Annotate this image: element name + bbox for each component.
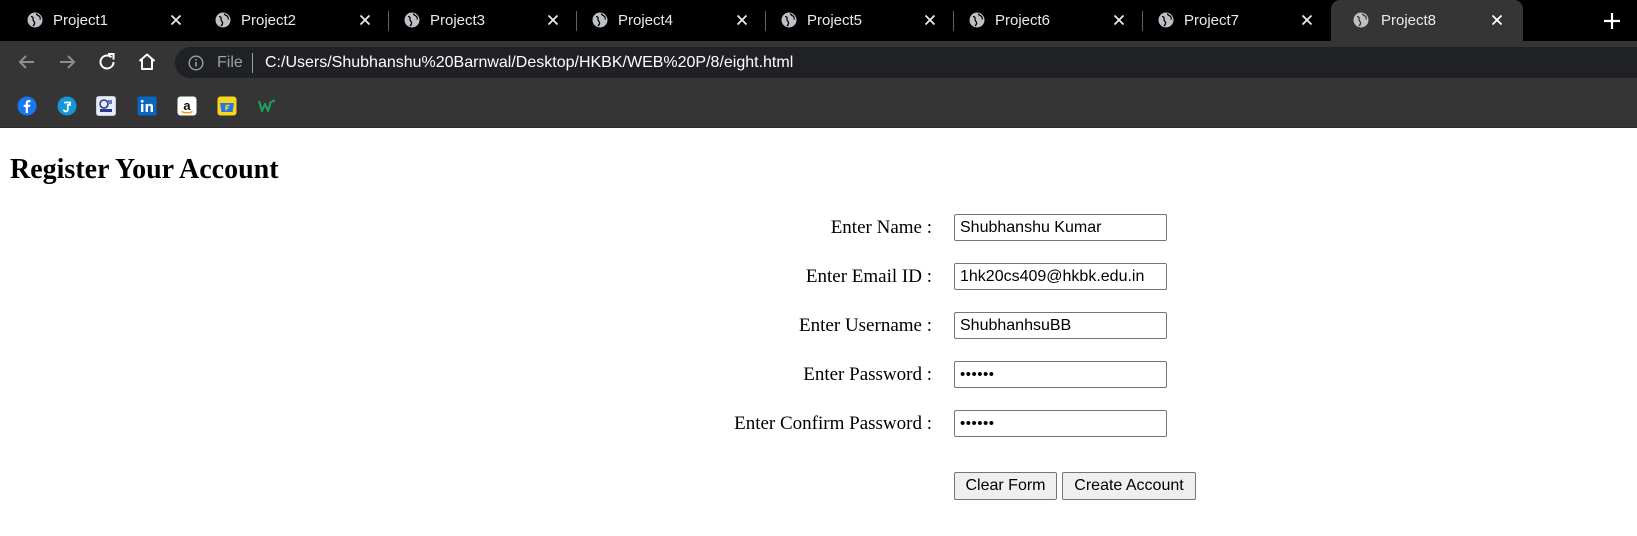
forward-arrow-icon[interactable] (55, 50, 79, 74)
tab-project4[interactable]: Project4 (577, 0, 766, 41)
svg-text:a: a (183, 98, 191, 113)
globe-icon (215, 12, 231, 28)
page-title: Register Your Account (10, 154, 279, 185)
url-text[interactable]: C:/Users/Shubhanshu%20Barnwal/Desktop/HK… (265, 53, 793, 72)
tab-title: Project7 (1184, 12, 1240, 29)
new-tab-icon[interactable] (1600, 9, 1624, 33)
home-icon[interactable] (135, 50, 159, 74)
globe-icon (592, 12, 608, 28)
tab-title: Project8 (1381, 12, 1437, 29)
confirm-password-input[interactable]: •••••• (954, 410, 1167, 437)
tab-project8[interactable]: Project8 (1331, 0, 1523, 41)
reload-icon[interactable] (95, 50, 119, 74)
w-icon[interactable] (257, 96, 277, 116)
close-icon[interactable] (543, 10, 563, 30)
close-icon[interactable] (1297, 10, 1317, 30)
close-icon[interactable] (920, 10, 940, 30)
info-icon[interactable] (188, 55, 204, 71)
tab-title: Project1 (53, 12, 109, 29)
tab-project1[interactable]: Project1 (0, 0, 200, 41)
amazon-icon[interactable]: a (177, 96, 197, 116)
close-icon[interactable] (1109, 10, 1129, 30)
page-content: Register Your Account Enter Name : Shubh… (0, 129, 1637, 536)
tab-project2[interactable]: Project2 (200, 0, 389, 41)
globe-icon (27, 12, 43, 28)
toolbar: File C:/Users/Shubhanshu%20Barnwal/Deskt… (0, 41, 1637, 83)
address-bar[interactable]: File C:/Users/Shubhanshu%20Barnwal/Deskt… (175, 47, 1637, 78)
name-label: Enter Name : (830, 217, 932, 238)
password-label: Enter Password : (803, 364, 932, 385)
globe-icon (969, 12, 985, 28)
portal-icon[interactable] (96, 96, 116, 116)
url-scheme-label: File (217, 54, 243, 71)
close-icon[interactable] (166, 10, 186, 30)
globe-icon (781, 12, 797, 28)
tab-title: Project6 (995, 12, 1051, 29)
tab-project6[interactable]: Project6 (954, 0, 1143, 41)
tab-strip: Project1 Project2 Project3 Project4 Proj… (0, 0, 1637, 41)
tab-project5[interactable]: Project5 (766, 0, 954, 41)
close-icon[interactable] (355, 10, 375, 30)
password-input[interactable]: •••••• (954, 361, 1167, 388)
close-icon[interactable] (1487, 10, 1507, 30)
clear-form-button[interactable]: Clear Form (954, 472, 1057, 500)
back-arrow-icon[interactable] (15, 50, 39, 74)
address-divider (252, 53, 253, 73)
tab-project3[interactable]: Project3 (389, 0, 577, 41)
email-label: Enter Email ID : (805, 266, 932, 287)
globe-icon (1158, 12, 1174, 28)
flipkart-icon[interactable] (217, 96, 237, 116)
tab-title: Project5 (807, 12, 863, 29)
bookmarks-bar: a (0, 83, 1637, 128)
create-account-button[interactable]: Create Account (1062, 472, 1196, 500)
tab-title: Project4 (618, 12, 674, 29)
jiosaavn-icon[interactable] (57, 96, 77, 116)
confirm-password-label: Enter Confirm Password : (734, 413, 932, 434)
name-input[interactable]: Shubhanshu Kumar (954, 214, 1167, 241)
tab-title: Project2 (241, 12, 297, 29)
email-input[interactable]: 1hk20cs409@hkbk.edu.in (954, 263, 1167, 290)
username-label: Enter Username : (799, 315, 932, 336)
username-input[interactable]: ShubhanhsuBB (954, 312, 1167, 339)
close-icon[interactable] (732, 10, 752, 30)
linkedin-icon[interactable] (137, 96, 157, 116)
tab-project7[interactable]: Project7 (1143, 0, 1331, 41)
facebook-icon[interactable] (17, 96, 37, 116)
globe-icon (1353, 12, 1369, 28)
globe-icon (404, 12, 420, 28)
tab-title: Project3 (430, 12, 486, 29)
